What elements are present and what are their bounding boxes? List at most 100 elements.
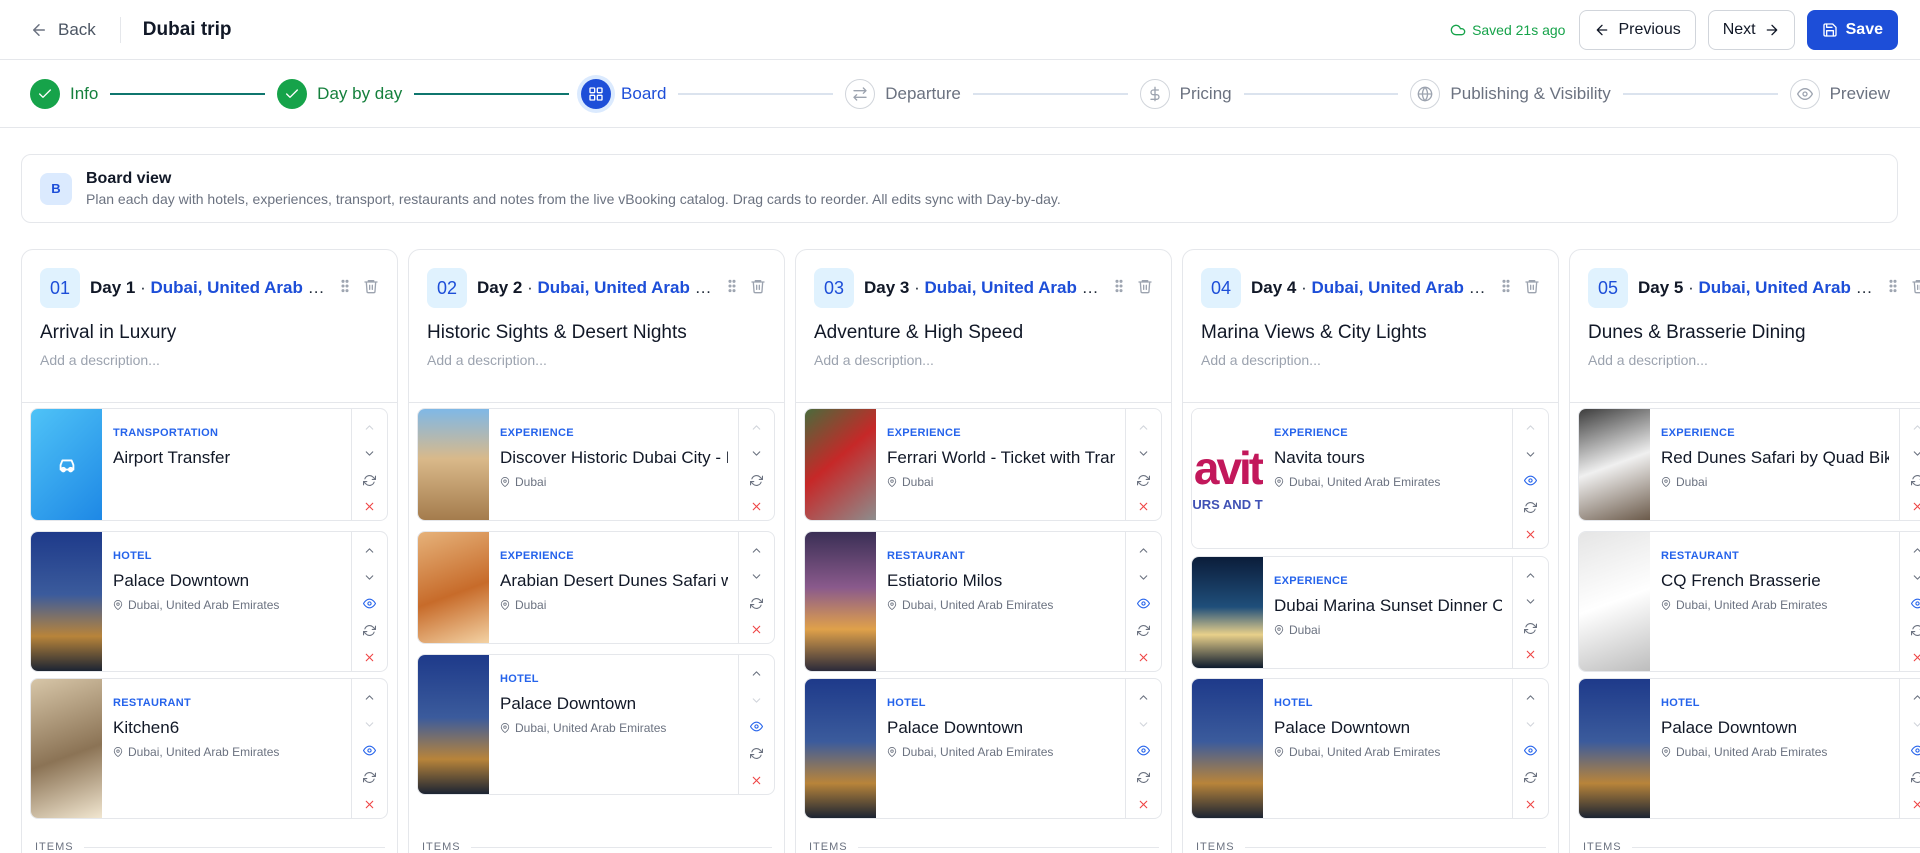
item-card[interactable]: HOTEL Palace Downtown Dubai, United Arab E… xyxy=(1578,678,1920,819)
step-info[interactable]: Info xyxy=(30,78,98,109)
day-title[interactable]: Arrival in Luxury xyxy=(40,322,379,344)
remove-button[interactable] xyxy=(750,617,763,644)
replace-button[interactable] xyxy=(1524,615,1537,642)
item-card[interactable]: EXPERIENCE Ferrari World - Ticket with Tr… xyxy=(804,408,1162,521)
replace-button[interactable] xyxy=(750,467,763,494)
move-down-button[interactable] xyxy=(1524,441,1537,468)
move-down-button[interactable] xyxy=(1524,711,1537,738)
replace-button[interactable] xyxy=(1137,467,1150,494)
move-up-button[interactable] xyxy=(363,684,376,711)
move-up-button[interactable] xyxy=(750,537,763,564)
replace-button[interactable] xyxy=(1911,467,1920,494)
view-button[interactable] xyxy=(1524,468,1537,495)
item-card[interactable]: RESTAURANT Estiatorio Milos Dubai, United … xyxy=(804,531,1162,672)
day-description[interactable]: Add a description... xyxy=(1201,352,1540,368)
step-departure[interactable]: Departure xyxy=(845,78,961,109)
remove-button[interactable] xyxy=(363,644,376,671)
view-button[interactable] xyxy=(1137,738,1150,765)
item-card[interactable]: avit URS AND T EXPERIENCE Navita tours Dubai… xyxy=(1191,408,1549,549)
day-title[interactable]: Dunes & Brasserie Dining xyxy=(1588,322,1920,344)
move-down-button[interactable] xyxy=(1911,711,1920,738)
drag-handle[interactable] xyxy=(1498,278,1514,299)
move-down-button[interactable] xyxy=(1137,564,1150,591)
move-up-button[interactable] xyxy=(1911,684,1920,711)
replace-button[interactable] xyxy=(1137,764,1150,791)
step-board[interactable]: Board xyxy=(581,78,666,109)
view-button[interactable] xyxy=(363,738,376,765)
item-card[interactable]: HOTEL Palace Downtown Dubai, United Arab E… xyxy=(1191,678,1549,819)
move-up-button[interactable] xyxy=(363,537,376,564)
move-up-button[interactable] xyxy=(1137,537,1150,564)
item-card[interactable]: EXPERIENCE Red Dunes Safari by Quad Bike D… xyxy=(1578,408,1920,521)
move-down-button[interactable] xyxy=(363,441,376,468)
day-description[interactable]: Add a description... xyxy=(40,352,379,368)
replace-button[interactable] xyxy=(363,764,376,791)
move-up-button[interactable] xyxy=(1137,684,1150,711)
remove-button[interactable] xyxy=(750,767,763,794)
remove-button[interactable] xyxy=(1911,791,1920,818)
replace-button[interactable] xyxy=(1524,494,1537,521)
next-button[interactable]: Next xyxy=(1707,10,1795,50)
move-down-button[interactable] xyxy=(1911,441,1920,468)
drag-handle[interactable] xyxy=(724,278,740,299)
replace-button[interactable] xyxy=(1137,617,1150,644)
step-day-by-day[interactable]: Day by day xyxy=(277,78,402,109)
item-card[interactable]: RESTAURANT Kitchen6 Dubai, United Arab Emi… xyxy=(30,678,388,819)
move-up-button[interactable] xyxy=(750,660,763,687)
delete-day-button[interactable] xyxy=(750,278,766,299)
replace-button[interactable] xyxy=(750,740,763,767)
move-down-button[interactable] xyxy=(1137,711,1150,738)
item-card[interactable]: EXPERIENCE Discover Historic Dubai City -… xyxy=(417,408,775,521)
back-button[interactable]: Back xyxy=(30,20,96,40)
move-down-button[interactable] xyxy=(750,687,763,714)
step-preview[interactable]: Preview xyxy=(1789,78,1890,109)
item-card[interactable]: HOTEL Palace Downtown Dubai, United Arab E… xyxy=(417,654,775,795)
day-title[interactable]: Historic Sights & Desert Nights xyxy=(427,322,766,344)
move-up-button[interactable] xyxy=(1524,562,1537,589)
drag-handle[interactable] xyxy=(1111,278,1127,299)
move-up-button[interactable] xyxy=(750,414,763,441)
item-card[interactable]: TRANSPORTATION Airport Transfer xyxy=(30,408,388,521)
view-button[interactable] xyxy=(363,591,376,618)
remove-button[interactable] xyxy=(1137,791,1150,818)
item-card[interactable]: EXPERIENCE Dubai Marina Sunset Dinner Cru… xyxy=(1191,556,1549,669)
item-card[interactable]: HOTEL Palace Downtown Dubai, United Arab E… xyxy=(804,678,1162,819)
drag-handle[interactable] xyxy=(1885,278,1901,299)
remove-button[interactable] xyxy=(1137,494,1150,521)
move-down-button[interactable] xyxy=(750,441,763,468)
delete-day-button[interactable] xyxy=(1524,278,1540,299)
replace-button[interactable] xyxy=(1911,617,1920,644)
view-button[interactable] xyxy=(750,714,763,741)
day-title[interactable]: Marina Views & City Lights xyxy=(1201,322,1540,344)
remove-button[interactable] xyxy=(1524,791,1537,818)
remove-button[interactable] xyxy=(1524,521,1537,548)
view-button[interactable] xyxy=(1911,591,1920,618)
move-up-button[interactable] xyxy=(1524,414,1537,441)
delete-day-button[interactable] xyxy=(1137,278,1153,299)
item-card[interactable]: HOTEL Palace Downtown Dubai, United Arab E… xyxy=(30,531,388,672)
delete-day-button[interactable] xyxy=(1911,278,1920,299)
view-button[interactable] xyxy=(1524,738,1537,765)
move-up-button[interactable] xyxy=(1911,537,1920,564)
remove-button[interactable] xyxy=(363,791,376,818)
step-pricing[interactable]: Pricing xyxy=(1139,78,1232,109)
view-button[interactable] xyxy=(1137,591,1150,618)
move-down-button[interactable] xyxy=(363,564,376,591)
replace-button[interactable] xyxy=(1524,764,1537,791)
move-down-button[interactable] xyxy=(1524,589,1537,616)
remove-button[interactable] xyxy=(750,494,763,521)
remove-button[interactable] xyxy=(1524,642,1537,669)
move-down-button[interactable] xyxy=(1137,441,1150,468)
move-up-button[interactable] xyxy=(1524,684,1537,711)
day-description[interactable]: Add a description... xyxy=(427,352,766,368)
replace-button[interactable] xyxy=(363,467,376,494)
replace-button[interactable] xyxy=(1911,764,1920,791)
move-up-button[interactable] xyxy=(1137,414,1150,441)
move-down-button[interactable] xyxy=(750,564,763,591)
move-up-button[interactable] xyxy=(363,414,376,441)
item-card[interactable]: EXPERIENCE Arabian Desert Dunes Safari wi… xyxy=(417,531,775,644)
day-description[interactable]: Add a description... xyxy=(1588,352,1920,368)
step-publishing-visibility[interactable]: Publishing & Visibility xyxy=(1410,78,1611,109)
remove-button[interactable] xyxy=(1137,644,1150,671)
previous-button[interactable]: Previous xyxy=(1579,10,1696,50)
